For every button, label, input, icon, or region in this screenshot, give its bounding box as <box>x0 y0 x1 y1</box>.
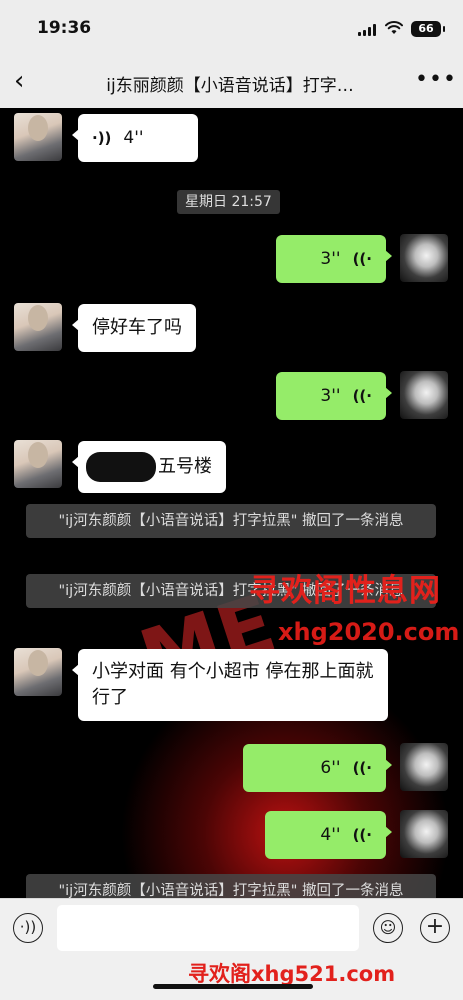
voice-wave-icon: ((· <box>352 250 372 268</box>
my-avatar[interactable] <box>400 743 448 791</box>
message-text: 停好车了吗 <box>92 317 182 338</box>
my-avatar[interactable] <box>400 234 448 282</box>
time-divider: 星期日 21:57 <box>177 190 280 214</box>
cellular-signal-icon <box>358 24 376 36</box>
voice-message-outgoing[interactable]: 4'' ((· <box>265 811 392 859</box>
voice-duration: 4'' <box>123 128 144 148</box>
voice-duration: 6'' <box>320 758 341 778</box>
text-message-incoming[interactable]: 小学对面 有个小超市 停在那上面就行了 <box>72 649 388 721</box>
ellipsis-icon[interactable]: ••• <box>415 69 457 91</box>
chevron-left-icon[interactable]: ‹ <box>14 67 38 95</box>
emoji-icon[interactable]: ☺ <box>373 913 403 943</box>
chat-header: ‹ ij东丽颜颜【小语音说话】打字… ••• <box>0 55 463 108</box>
voice-message-incoming[interactable]: ·)) 4'' <box>72 114 198 162</box>
voice-duration: 4'' <box>320 825 341 845</box>
contact-avatar[interactable] <box>14 113 62 161</box>
voice-mode-icon[interactable]: ·)) <box>13 913 43 943</box>
voice-wave-icon: ((· <box>352 826 372 844</box>
voice-wave-icon: ((· <box>352 759 372 777</box>
voice-wave-icon: ((· <box>352 387 372 405</box>
message-list[interactable]: ME ·)) 4'' 星期日 21:57 3'' ((· 停好车了吗 3'' (… <box>0 108 463 898</box>
voice-message-outgoing[interactable]: 3'' ((· <box>276 235 392 283</box>
message-text: 小学对面 有个小超市 停在那上面就行了 <box>92 661 374 708</box>
home-indicator <box>153 984 313 989</box>
chat-title: ij东丽颜颜【小语音说话】打字… <box>106 76 354 96</box>
voice-message-outgoing[interactable]: 6'' ((· <box>243 744 392 792</box>
redaction-mark <box>86 452 156 482</box>
message-text: 五号楼 <box>158 456 212 477</box>
contact-avatar[interactable] <box>14 440 62 488</box>
recall-notice: "ij河东颜颜【小语音说话】打字拉黑" 撤回了一条消息 <box>26 504 436 538</box>
voice-wave-icon: ·)) <box>92 129 112 147</box>
text-message-incoming[interactable]: 停好车了吗 <box>72 304 196 352</box>
text-message-incoming[interactable]: 五号楼 <box>72 441 226 493</box>
recall-notice: "ij河东颜颜【小语音说话】打字拉黑" 撤回了一条消息 <box>26 874 436 898</box>
contact-avatar[interactable] <box>14 648 62 696</box>
voice-duration: 3'' <box>320 386 341 406</box>
battery-indicator: 66 <box>411 21 445 37</box>
wifi-icon <box>385 21 403 34</box>
watermark-text: 寻欢阁性息网 <box>249 573 441 609</box>
message-input[interactable] <box>57 905 359 951</box>
watermark-url: xhg2020.com <box>278 618 460 646</box>
voice-message-outgoing[interactable]: 3'' ((· <box>276 372 392 420</box>
voice-duration: 3'' <box>320 249 341 269</box>
my-avatar[interactable] <box>400 810 448 858</box>
status-bar: 19:36 66 <box>0 0 463 55</box>
my-avatar[interactable] <box>400 371 448 419</box>
contact-avatar[interactable] <box>14 303 62 351</box>
plus-icon[interactable]: + <box>420 913 450 943</box>
status-time: 19:36 <box>37 18 92 38</box>
